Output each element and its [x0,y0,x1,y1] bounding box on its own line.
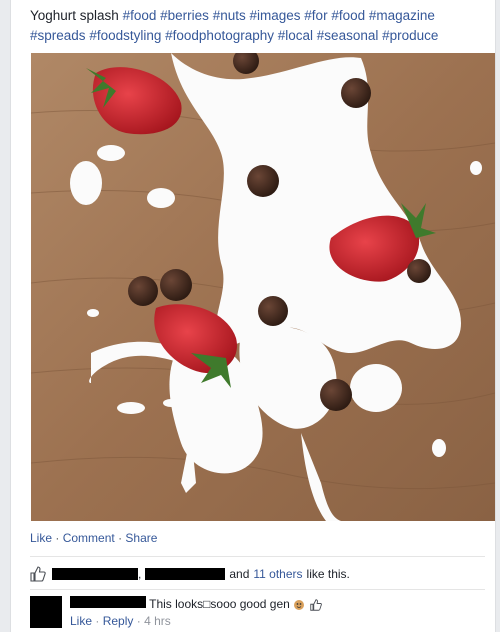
divider [30,556,485,557]
comment-link[interactable]: Comment [63,531,115,545]
hashtag[interactable]: #spreads [30,28,86,43]
facebook-post: Yoghurt splash #food #berries #nuts #ima… [10,0,496,632]
separator: · [95,614,100,628]
hashtag[interactable]: #foodstyling [89,28,161,43]
redacted-name [52,568,138,580]
hashtag[interactable]: #nuts [213,8,246,23]
comment-timestamp[interactable]: 4 hrs [144,614,171,628]
post-actions: Like · Comment · Share [30,531,157,545]
caption-text: Yoghurt splash [30,8,119,23]
comma: , [138,567,142,581]
hashtag[interactable]: #berries [160,8,209,23]
redacted-name [145,568,226,580]
thumbs-up-icon [30,566,46,582]
separator: · [118,531,123,545]
post-caption: Yoghurt splash #food #berries #nuts #ima… [30,6,490,46]
like-link[interactable]: Like [30,531,52,545]
hashtag[interactable]: #food [331,8,365,23]
comment-text: This looks□sooo good gen [149,597,290,611]
likes-and: and [229,567,250,581]
comment-meta: Like · Reply · 4 hrs [70,614,171,628]
likes-suffix: like this. [306,567,350,581]
thumbs-up-icon [310,599,323,611]
divider [30,589,485,590]
post-photo[interactable] [31,53,495,521]
hashtag[interactable]: #seasonal [317,28,379,43]
redacted-commenter-name [70,596,146,608]
hashtag[interactable]: #images [250,8,301,23]
comment-like-link[interactable]: Like [70,614,92,628]
hashtag[interactable]: #local [278,28,313,43]
hashtag[interactable]: #food [123,8,157,23]
likes-summary: , and 11 others like this. [30,565,485,583]
yoghurt-splash-image [31,53,495,521]
hashtag[interactable]: #foodphotography [165,28,274,43]
comment-reply-link[interactable]: Reply [103,614,134,628]
hashtag[interactable]: #produce [382,28,438,43]
hashtag[interactable]: #magazine [369,8,435,23]
share-link[interactable]: Share [125,531,157,545]
comment-body: This looks□sooo good gen [70,596,490,611]
avatar[interactable] [30,596,62,628]
separator: · [55,531,60,545]
emoji-icon [293,599,307,611]
hashtag[interactable]: #for [304,8,327,23]
separator: · [136,614,141,628]
likes-others-link[interactable]: 11 others [253,567,302,581]
